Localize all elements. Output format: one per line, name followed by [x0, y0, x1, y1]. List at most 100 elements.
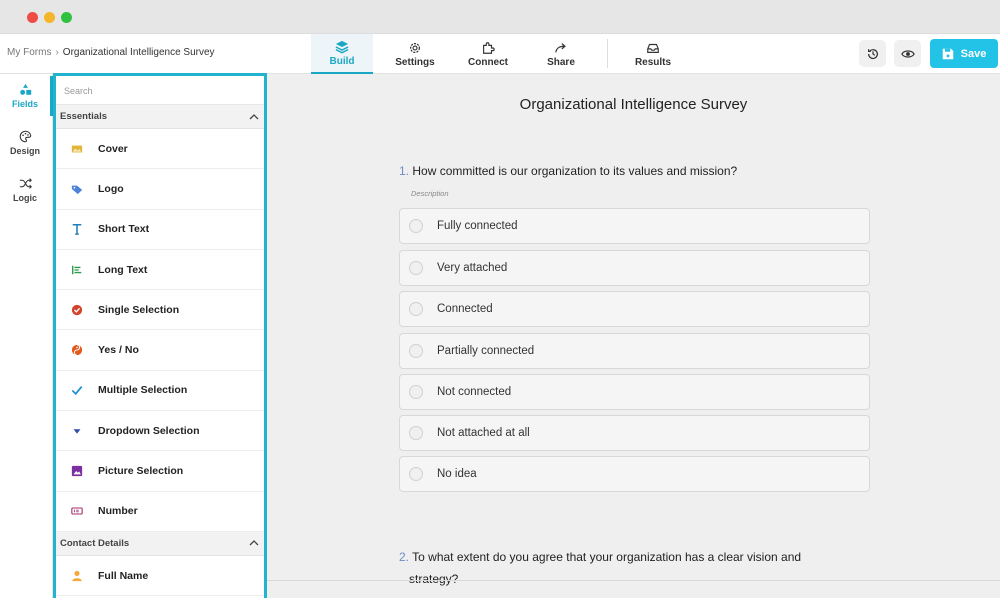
rail-item-design[interactable]: Design [0, 123, 50, 163]
form-canvas: Organizational Intelligence Survey 1. Ho… [267, 74, 1000, 598]
answer-option[interactable]: Not connected [399, 374, 870, 410]
radio-button[interactable] [409, 426, 423, 440]
field-item-logo[interactable]: Logo [56, 169, 264, 210]
chevron-up-icon [249, 113, 259, 119]
option-label: Partially connected [437, 345, 535, 357]
rail-logic-label: Logic [13, 193, 37, 203]
field-label: Short Text [98, 223, 150, 236]
field-item-short-text[interactable]: Short Text [56, 210, 264, 250]
picture-icon [71, 465, 83, 477]
palette-icon [19, 130, 31, 143]
cover-icon [71, 145, 83, 153]
field-item-single-selection[interactable]: Single Selection [56, 290, 264, 331]
rail-fields-label: Fields [11, 99, 38, 109]
maximize-window-button[interactable] [61, 12, 72, 23]
field-label: Picture Selection [98, 465, 184, 478]
close-window-button[interactable] [27, 12, 38, 23]
radio-button[interactable] [409, 261, 423, 275]
answer-option[interactable]: Partially connected [399, 333, 870, 369]
breadcrumb-separator: › [55, 47, 59, 58]
tab-settings[interactable]: Settings [385, 34, 445, 74]
field-label: Dropdown Selection [98, 424, 200, 437]
field-label: Logo [98, 182, 124, 195]
top-navigation-bar: My Forms › Organizational Intelligence Sur… [0, 34, 1000, 74]
field-item-yes-no[interactable]: Yes / No [56, 330, 264, 371]
field-label: Number [98, 505, 138, 518]
floppy-disk-icon [942, 48, 953, 59]
question-1[interactable]: 1. How committed is our organization to … [399, 160, 737, 182]
tab-share[interactable]: Share [531, 34, 591, 74]
field-item-long-text[interactable]: Long Text [56, 250, 264, 291]
radio-button[interactable] [409, 219, 423, 233]
question-text-line1: To what extent do you agree that your or… [412, 550, 802, 564]
field-item-multiple-selection[interactable]: Multiple Selection [56, 371, 264, 412]
survey-title[interactable]: Organizational Intelligence Survey [267, 96, 1000, 113]
field-item-number[interactable]: Number [56, 492, 264, 532]
field-label: Single Selection [98, 303, 180, 316]
tab-build-label: Build [329, 55, 355, 67]
breadcrumb-my-forms[interactable]: My Forms [7, 47, 51, 58]
chevron-up-icon [249, 540, 259, 546]
single-selection-icon [71, 304, 83, 315]
option-label: Not connected [437, 386, 512, 398]
question-text: How committed is our organization to its… [412, 164, 738, 178]
long-text-icon [72, 265, 82, 274]
history-icon [867, 48, 878, 59]
field-item-cover[interactable]: Cover [56, 129, 264, 170]
section-header-contact-details[interactable]: Contact Details [56, 531, 264, 556]
window-titlebar [0, 0, 1000, 34]
question-number: 2. [399, 550, 410, 564]
person-icon [72, 570, 82, 581]
field-label: Yes / No [98, 344, 139, 357]
tab-connect-label: Connect [468, 56, 508, 68]
tab-settings-label: Settings [395, 56, 435, 68]
option-label: Connected [437, 303, 493, 315]
answer-option[interactable]: No idea [399, 456, 870, 492]
field-label: Multiple Selection [98, 384, 188, 397]
save-button-label: Save [960, 47, 987, 60]
field-label: Long Text [98, 263, 148, 276]
radio-button[interactable] [409, 344, 423, 358]
answer-option[interactable]: Connected [399, 291, 870, 327]
short-text-icon [72, 224, 82, 236]
radio-button[interactable] [409, 302, 423, 316]
inbox-icon [647, 43, 659, 53]
answer-option[interactable]: Very attached [399, 250, 870, 286]
tab-connect[interactable]: Connect [458, 34, 518, 74]
field-item-picture-selection[interactable]: Picture Selection [56, 451, 264, 492]
search-input[interactable]: Search [56, 76, 264, 105]
tab-build[interactable]: Build [311, 34, 373, 74]
radio-button[interactable] [409, 467, 423, 481]
yes-no-icon [71, 344, 83, 356]
logo-icon [71, 185, 83, 195]
checkmark-icon [71, 386, 83, 396]
tab-results[interactable]: Results [623, 34, 683, 74]
history-button[interactable] [859, 40, 886, 67]
question-text-line2: strategy? [409, 572, 459, 586]
rail-item-fields[interactable]: Fields [0, 76, 50, 116]
shuffle-icon [19, 178, 32, 189]
save-button[interactable]: Save [930, 39, 998, 68]
rail-item-logic[interactable]: Logic [0, 170, 50, 210]
field-label: Full Name [98, 569, 149, 582]
option-label: Very attached [437, 262, 508, 274]
section-header-essentials[interactable]: Essentials [56, 105, 264, 129]
section-title-essentials: Essentials [60, 111, 107, 122]
option-label: Fully connected [437, 220, 518, 232]
answer-option[interactable]: Not attached at all [399, 415, 870, 451]
answer-option[interactable]: Fully connected [399, 208, 870, 244]
question-2[interactable]: 2. To what extent do you agree that your… [399, 546, 801, 590]
field-item-full-name[interactable]: Full Name [56, 556, 264, 597]
field-label: Cover [98, 142, 128, 155]
question-number: 1. [399, 164, 410, 178]
preview-button[interactable] [894, 40, 921, 67]
minimize-window-button[interactable] [44, 12, 55, 23]
tab-results-label: Results [634, 56, 672, 68]
eye-icon [900, 49, 915, 58]
layers-icon [335, 40, 349, 53]
nav-divider [607, 39, 608, 68]
puzzle-icon [483, 41, 495, 54]
field-item-dropdown-selection[interactable]: Dropdown Selection [56, 411, 264, 452]
question-description[interactable]: Description [411, 189, 449, 198]
radio-button[interactable] [409, 385, 423, 399]
